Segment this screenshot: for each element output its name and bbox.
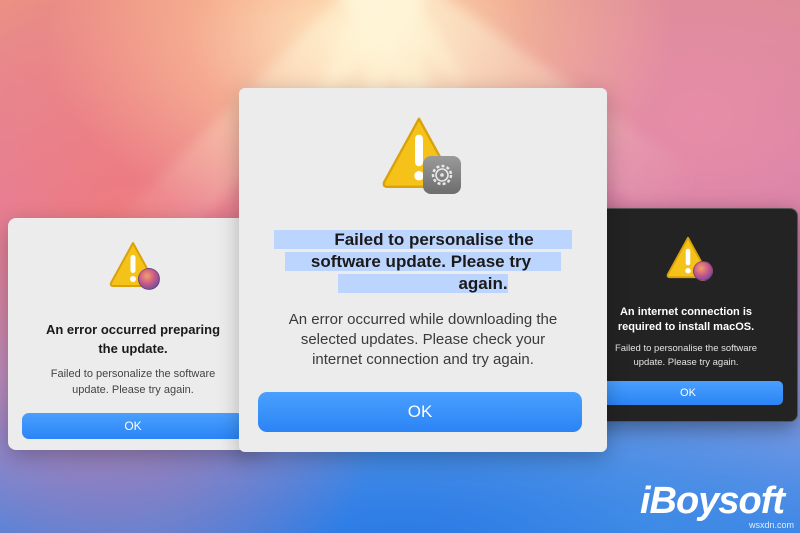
globe-installer-icon (138, 268, 160, 290)
ok-button[interactable]: OK (258, 392, 582, 432)
warning-icon (379, 114, 469, 198)
dialog-title: An error occurred preparing the update. (8, 320, 258, 358)
ok-button[interactable]: OK (593, 381, 783, 405)
center-error-dialog: Failed to personalise the software updat… (239, 88, 607, 452)
message-line: Failed to personalise the software (614, 343, 758, 354)
title-line: required to install macOS. (617, 321, 755, 333)
left-error-dialog: An error occurred preparing the update. … (8, 218, 258, 450)
message-line: update. Please try again. (72, 384, 194, 396)
gear-icon (423, 156, 461, 194)
right-error-dialog: An internet connection is required to in… (574, 208, 798, 422)
title-line: software update. Please try (239, 251, 607, 273)
ok-button[interactable]: OK (22, 413, 244, 439)
dialog-title: An internet connection is required to in… (575, 305, 797, 335)
dialog-message: An error occurred while downloading the … (239, 310, 607, 370)
message-line: Failed to personalize the software (50, 368, 216, 380)
dialog-message: Failed to personalize the software updat… (8, 366, 258, 398)
selected-text: software update. Please try (284, 252, 562, 271)
watermark-text: wsxdn.com (748, 520, 794, 530)
title-line: again. (239, 273, 607, 295)
title-line: An error occurred preparing (45, 322, 221, 337)
dialog-message: Failed to personalise the software updat… (575, 342, 797, 370)
message-line: update. Please try again. (633, 357, 739, 368)
title-line: Failed to personalise the (239, 229, 607, 251)
warning-icon (108, 240, 160, 290)
message-line: internet connection and try again. (312, 351, 534, 368)
iboysoft-logo: iBoysoft (640, 480, 785, 522)
warning-icon (665, 235, 713, 281)
message-line: An error occurred while downloading the (288, 311, 558, 328)
dialog-title: Failed to personalise the software updat… (239, 229, 607, 295)
message-line: selected updates. Please check your (300, 331, 546, 348)
globe-installer-icon (693, 261, 713, 281)
selected-text: again. (338, 274, 508, 293)
title-line: An internet connection is (619, 306, 752, 318)
selected-text: Failed to personalise the (274, 230, 572, 249)
title-line: the update. (98, 341, 168, 356)
